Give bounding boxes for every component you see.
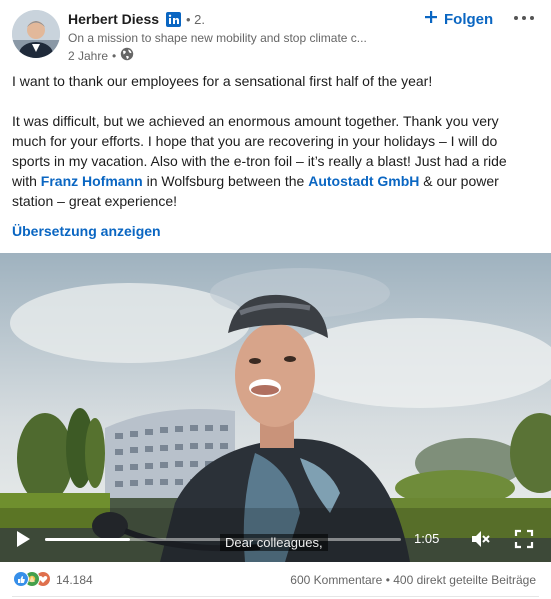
social-counts: 14.184 600 Kommentare • 400 direkt getei… xyxy=(0,568,551,592)
video-player[interactable]: 1:05 Dear colleagues, xyxy=(0,253,551,562)
divider xyxy=(12,596,539,597)
video-progress-fill xyxy=(45,538,131,541)
comments-count[interactable]: 600 Kommentare xyxy=(290,573,382,587)
fullscreen-icon[interactable] xyxy=(514,529,534,554)
muted-speaker-icon[interactable] xyxy=(469,528,491,555)
plus-icon xyxy=(424,10,438,28)
mention-franz-hofmann[interactable]: Franz Hofmann xyxy=(41,173,143,189)
globe-icon xyxy=(120,47,134,64)
post-paragraph-2: It was difficult, but we achieved an eno… xyxy=(12,111,532,211)
author-headline: On a mission to shape new mobility and s… xyxy=(68,31,367,45)
follow-button[interactable]: Folgen xyxy=(424,8,493,30)
play-icon[interactable] xyxy=(14,530,32,553)
reaction-count[interactable]: 14.184 xyxy=(56,573,93,587)
paragraph-2-mid: in Wolfsburg between the xyxy=(142,173,309,189)
meta-separator: • xyxy=(112,48,117,63)
reaction-icons[interactable] xyxy=(13,571,53,589)
follow-label: Folgen xyxy=(444,10,494,28)
author-name[interactable]: Herbert Diess xyxy=(68,11,159,27)
post-body: I want to thank our employees for a sens… xyxy=(12,71,532,211)
avatar[interactable] xyxy=(12,10,60,58)
post-paragraph-1: I want to thank our employees for a sens… xyxy=(12,73,433,89)
connection-degree: • 2. xyxy=(186,12,206,27)
translate-link[interactable]: Übersetzung anzeigen xyxy=(12,223,161,239)
video-caption: Dear colleagues, xyxy=(220,534,328,551)
like-icon xyxy=(13,571,29,587)
post-age: 2 Jahre xyxy=(68,48,109,63)
mention-autostadt[interactable]: Autostadt GmbH xyxy=(308,173,419,189)
shares-count[interactable]: 400 direkt geteilte Beiträge xyxy=(393,573,536,587)
engagement-stats: 600 Kommentare • 400 direkt geteilte Bei… xyxy=(290,573,536,587)
stats-separator: • xyxy=(385,573,390,587)
post-header: Herbert Diess • 2. On a mission to shape… xyxy=(0,0,551,66)
linkedin-icon xyxy=(166,12,181,27)
video-time: 1:05 xyxy=(414,531,440,546)
post-meta: 2 Jahre • xyxy=(68,47,134,64)
more-dots-icon[interactable] xyxy=(512,10,536,26)
video-frame xyxy=(0,253,551,562)
